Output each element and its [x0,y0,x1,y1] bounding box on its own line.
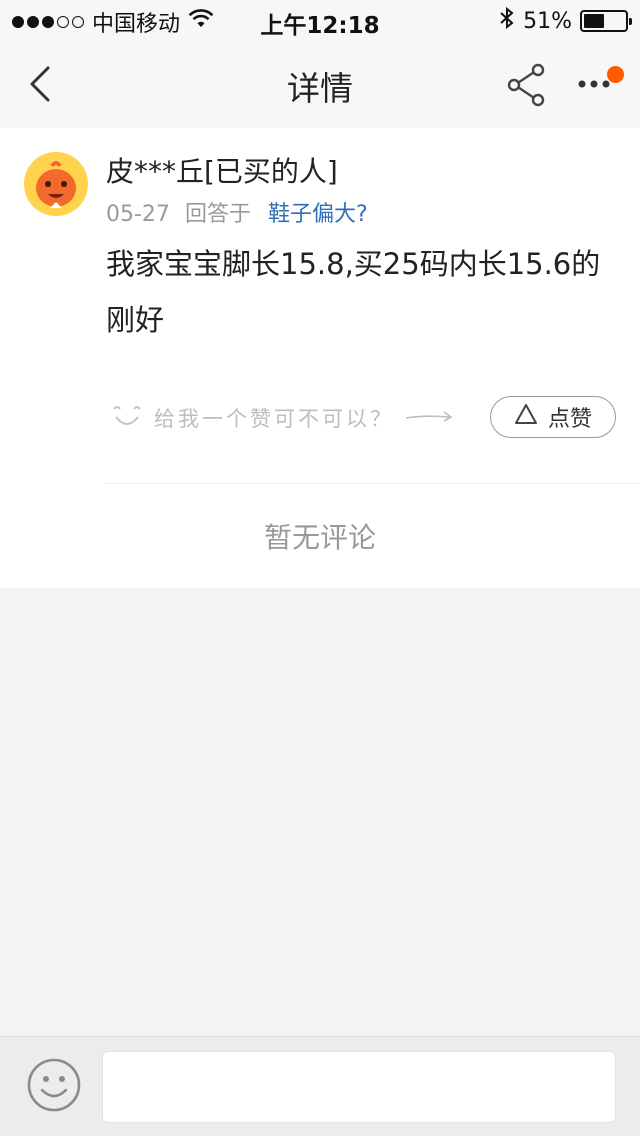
reply-prefix: 回答于 [184,202,251,227]
like-button[interactable]: 点赞 [490,396,616,438]
battery-percent: 51% [523,8,572,34]
bluetooth-icon [499,6,515,36]
smile-doodle-icon [110,401,144,436]
question-link[interactable]: 鞋子偏大? [268,202,368,227]
comment-input[interactable] [102,1051,616,1123]
like-button-label: 点赞 [547,407,592,432]
empty-comments-text: 暂无评论 [263,521,376,554]
share-icon[interactable] [504,62,550,108]
answer-meta: 05-27 回答于 鞋子偏大? [106,196,368,228]
avatar[interactable] [24,152,88,216]
battery-level-fill [584,14,605,28]
status-bar: 中国移动 上午12:18 51% [0,0,640,40]
answer-card: 皮***丘[已买的人] 05-27 回答于 鞋子偏大? 我家宝宝脚长15.8,买… [0,128,640,588]
nav-bar: 详情 [0,40,640,128]
status-right: 51% [499,6,632,36]
username[interactable]: 皮***丘[已买的人] [106,150,338,190]
more-dots-icon[interactable] [574,66,634,106]
triangle-icon [514,403,538,431]
answer-date: 05-27 [106,202,170,227]
like-hint: 给我一个赞可不可以？ [110,398,454,438]
comment-bar [0,1036,640,1136]
like-hint-text: 给我一个赞可不可以？ [154,407,394,431]
arrow-right-icon [404,406,454,430]
divider [104,483,640,484]
answer-text: 我家宝宝脚长15.8,买25码内长15.6的刚好 [106,247,601,337]
notification-badge [607,66,624,83]
battery-icon [580,10,632,32]
smiley-icon[interactable] [26,1057,82,1113]
